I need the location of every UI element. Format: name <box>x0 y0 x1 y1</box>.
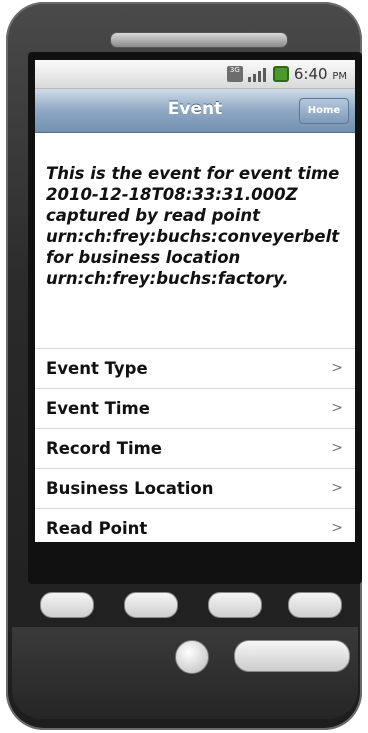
menu-item-label: Event Time <box>46 399 150 418</box>
clock-time: 6:40 <box>293 65 328 83</box>
event-menu: Event Type > Event Time > Record Time > … <box>35 348 355 542</box>
menu-item-read-point[interactable]: Read Point > <box>35 508 355 542</box>
hardware-back-button[interactable] <box>208 592 262 618</box>
chevron-right-icon: > <box>331 520 343 536</box>
hardware-menu-button[interactable] <box>124 592 178 618</box>
hardware-call-button[interactable] <box>40 592 94 618</box>
event-description: This is the event for event time 2010-12… <box>46 164 340 288</box>
hardware-end-button[interactable] <box>288 592 342 618</box>
home-button[interactable]: Home <box>299 98 349 124</box>
chevron-right-icon: > <box>331 360 343 376</box>
screen: 3G 6:40 PM Event Home This is the event … <box>35 60 355 542</box>
chevron-right-icon: > <box>331 440 343 456</box>
clock-ampm: PM <box>332 71 347 82</box>
signal-strength-icon <box>247 66 268 82</box>
status-clock: 6:40 PM <box>294 65 347 83</box>
network-3g-icon: 3G <box>226 66 243 82</box>
menu-item-label: Record Time <box>46 439 162 458</box>
chevron-right-icon: > <box>331 400 343 416</box>
menu-item-label: Read Point <box>46 519 148 538</box>
menu-item-record-time[interactable]: Record Time > <box>35 428 355 468</box>
hardware-long-button[interactable] <box>234 640 350 672</box>
menu-item-event-type[interactable]: Event Type > <box>35 348 355 388</box>
title-bar: Event Home <box>35 89 355 133</box>
battery-icon <box>272 66 289 82</box>
menu-item-event-time[interactable]: Event Time > <box>35 388 355 428</box>
earpiece-speaker <box>110 32 288 48</box>
status-icons: 3G 6:40 PM <box>226 65 347 83</box>
trackball[interactable] <box>175 640 209 674</box>
chevron-right-icon: > <box>331 480 343 496</box>
status-bar: 3G 6:40 PM <box>35 60 355 89</box>
menu-item-business-location[interactable]: Business Location > <box>35 468 355 508</box>
menu-item-label: Event Type <box>46 359 148 378</box>
menu-item-label: Business Location <box>46 479 214 498</box>
